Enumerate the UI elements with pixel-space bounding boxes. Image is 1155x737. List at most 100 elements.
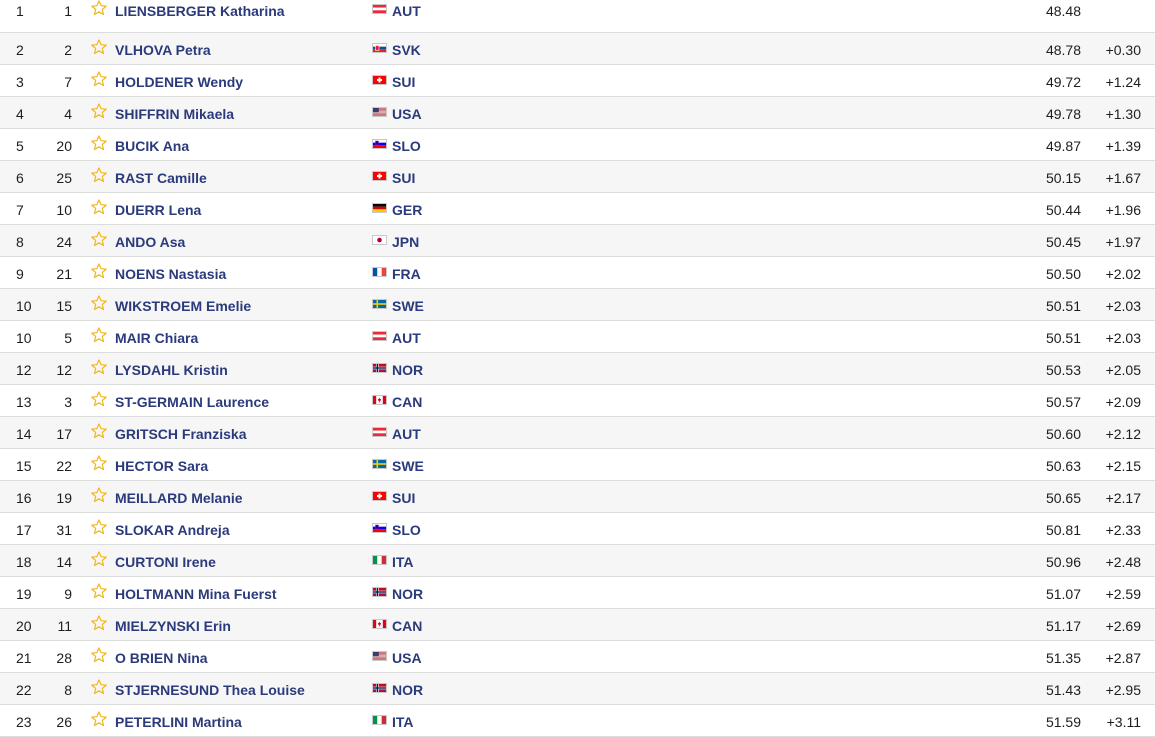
- rank-cell: 22: [16, 682, 32, 698]
- flag-icon: [372, 683, 387, 693]
- diff-cell: +1.30: [1105, 106, 1141, 122]
- star-icon[interactable]: [90, 646, 108, 664]
- nation-code: SUI: [392, 490, 416, 506]
- diff-cell: +3.11: [1106, 714, 1141, 730]
- athlete-name-link[interactable]: ST-GERMAIN Laurence: [115, 394, 269, 410]
- star-icon[interactable]: [90, 70, 108, 88]
- nation-code: AUT: [392, 330, 421, 346]
- time-cell: 50.65: [1045, 490, 1081, 506]
- bib-cell: 19: [56, 490, 72, 506]
- result-row: 15 22 HECTOR Sara SWE 50.63 +2.15: [0, 449, 1155, 481]
- flag-icon: [372, 715, 387, 725]
- star-icon[interactable]: [90, 102, 108, 120]
- star-icon[interactable]: [90, 262, 108, 280]
- bib-cell: 21: [56, 266, 72, 282]
- star-icon[interactable]: [90, 422, 108, 440]
- star-icon[interactable]: [90, 166, 108, 184]
- star-icon[interactable]: [90, 614, 108, 632]
- diff-cell: +2.17: [1105, 490, 1141, 506]
- athlete-name-link[interactable]: NOENS Nastasia: [115, 266, 226, 282]
- athlete-name-link[interactable]: HOLTMANN Mina Fuerst: [115, 586, 277, 602]
- bib-cell: 22: [56, 458, 72, 474]
- star-icon[interactable]: [90, 198, 108, 216]
- athlete-name-link[interactable]: ANDO Asa: [115, 234, 185, 250]
- star-icon[interactable]: [90, 486, 108, 504]
- bib-cell: 3: [64, 394, 72, 410]
- athlete-name-link[interactable]: WIKSTROEM Emelie: [115, 298, 251, 314]
- rank-cell: 9: [16, 266, 24, 282]
- athlete-name-link[interactable]: HECTOR Sara: [115, 458, 208, 474]
- nation-code: ITA: [392, 554, 414, 570]
- result-row: 10 15 WIKSTROEM Emelie SWE 50.51 +2.03: [0, 289, 1155, 321]
- athlete-name-link[interactable]: CURTONI Irene: [115, 554, 216, 570]
- star-icon[interactable]: [90, 710, 108, 728]
- result-row: 20 11 MIELZYNSKI Erin CAN 51.17 +2.69: [0, 609, 1155, 641]
- time-cell: 49.87: [1045, 138, 1081, 154]
- star-icon[interactable]: [90, 582, 108, 600]
- rank-cell: 3: [16, 74, 24, 90]
- athlete-name-link[interactable]: SHIFFRIN Mikaela: [115, 106, 234, 122]
- star-icon[interactable]: [90, 390, 108, 408]
- bib-cell: 31: [56, 522, 72, 538]
- result-row: 7 10 DUERR Lena GER 50.44 +1.96: [0, 193, 1155, 225]
- result-row: 18 14 CURTONI Irene ITA 50.96 +2.48: [0, 545, 1155, 577]
- athlete-name-link[interactable]: MAIR Chiara: [115, 330, 198, 346]
- athlete-name-link[interactable]: SLOKAR Andreja: [115, 522, 230, 538]
- athlete-name-link[interactable]: PETERLINI Martina: [115, 714, 242, 730]
- flag-icon: [372, 363, 387, 373]
- star-icon[interactable]: [90, 358, 108, 376]
- nation-code: USA: [392, 650, 422, 666]
- nation-code: NOR: [392, 362, 424, 378]
- result-row: 3 7 HOLDENER Wendy SUI 49.72 +1.24: [0, 65, 1155, 97]
- nation-code: SLO: [392, 138, 421, 154]
- star-icon[interactable]: [90, 0, 108, 17]
- time-cell: 50.57: [1045, 394, 1081, 410]
- nation-code: GER: [392, 202, 423, 218]
- star-icon[interactable]: [90, 294, 108, 312]
- athlete-name-link[interactable]: BUCIK Ana: [115, 138, 189, 154]
- diff-cell: +1.67: [1105, 170, 1141, 186]
- star-icon[interactable]: [90, 134, 108, 152]
- bib-cell: 24: [56, 234, 72, 250]
- star-icon[interactable]: [90, 230, 108, 248]
- bib-cell: 2: [64, 42, 72, 58]
- flag-icon: [372, 427, 387, 437]
- rank-cell: 2: [16, 42, 24, 58]
- athlete-name-link[interactable]: HOLDENER Wendy: [115, 74, 243, 90]
- diff-cell: +2.48: [1105, 554, 1141, 570]
- athlete-name-link[interactable]: STJERNESUND Thea Louise: [115, 682, 305, 698]
- star-icon[interactable]: [90, 326, 108, 344]
- athlete-name-link[interactable]: DUERR Lena: [115, 202, 201, 218]
- bib-cell: 1: [64, 3, 72, 19]
- flag-icon: [372, 299, 387, 309]
- bib-cell: 20: [56, 138, 72, 154]
- rank-cell: 12: [16, 362, 32, 378]
- athlete-name-link[interactable]: MIELZYNSKI Erin: [115, 618, 231, 634]
- athlete-name-link[interactable]: MEILLARD Melanie: [115, 490, 243, 506]
- athlete-name-link[interactable]: O BRIEN Nina: [115, 650, 208, 666]
- flag-icon: [372, 651, 387, 661]
- athlete-name-link[interactable]: GRITSCH Franziska: [115, 426, 246, 442]
- nation-code: SUI: [392, 74, 416, 90]
- star-icon[interactable]: [90, 518, 108, 536]
- rank-cell: 14: [16, 426, 32, 442]
- rank-cell: 19: [16, 586, 32, 602]
- result-row: 4 4 SHIFFRIN Mikaela USA 49.78 +1.30: [0, 97, 1155, 129]
- flag-icon: [372, 75, 387, 85]
- rank-cell: 10: [16, 298, 32, 314]
- result-row: 5 20 BUCIK Ana SLO 49.87 +1.39: [0, 129, 1155, 161]
- star-icon[interactable]: [90, 38, 108, 56]
- athlete-name-link[interactable]: RAST Camille: [115, 170, 207, 186]
- athlete-name-link[interactable]: VLHOVA Petra: [115, 42, 211, 58]
- athlete-name-link[interactable]: LIENSBERGER Katharina: [115, 3, 285, 19]
- diff-cell: +2.03: [1105, 330, 1141, 346]
- star-icon[interactable]: [90, 678, 108, 696]
- rank-cell: 18: [16, 554, 32, 570]
- athlete-name-link[interactable]: LYSDAHL Kristin: [115, 362, 228, 378]
- bib-cell: 11: [57, 618, 72, 634]
- star-icon[interactable]: [90, 454, 108, 472]
- flag-icon: [372, 459, 387, 469]
- result-row: 10 5 MAIR Chiara AUT 50.51 +2.03: [0, 321, 1155, 353]
- star-icon[interactable]: [90, 550, 108, 568]
- nation-code: SWE: [392, 298, 424, 314]
